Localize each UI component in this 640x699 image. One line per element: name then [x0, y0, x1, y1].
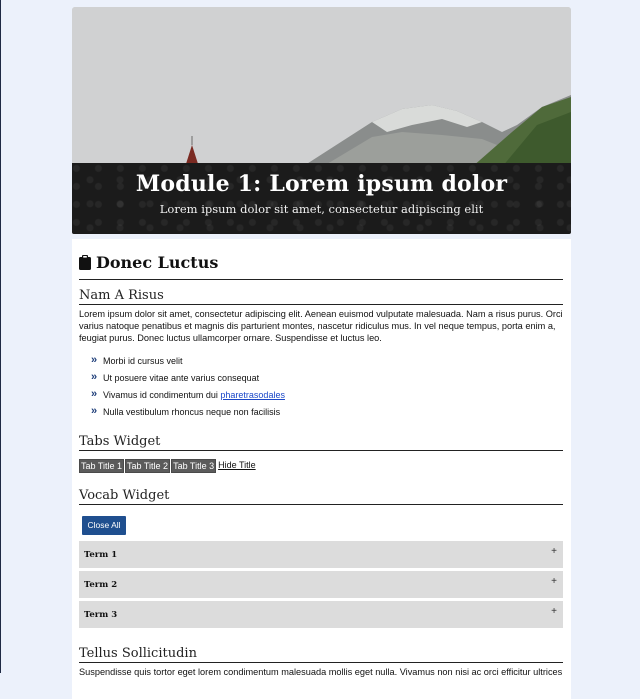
double-chevron-right-icon: » [91, 354, 98, 366]
tabs-widget: Tab Title 1 Tab Title 2 Tab Title 3 Hide… [79, 459, 256, 473]
module-banner: Module 1: Lorem ipsum dolor Lorem ipsum … [72, 7, 571, 234]
content-card: Donec Luctus Nam A Risus Lorem ipsum dol… [72, 239, 571, 699]
list-item: » Morbi id cursus velit [91, 354, 551, 372]
banner-title-overlay: Module 1: Lorem ipsum dolor Lorem ipsum … [72, 163, 571, 234]
section-paragraph: Lorem ipsum dolor sit amet, consectetur … [79, 308, 563, 344]
section-title-tellus-sollicitudin: Tellus Sollicitudin [79, 646, 563, 663]
list-item: » Ut posuere vitae ante varius consequat [91, 371, 551, 389]
expand-plus-icon[interactable]: + [551, 546, 557, 557]
page-title: Module 1: Lorem ipsum dolor [135, 171, 508, 197]
list-item-text-prefix: Vivamus id condimentum dui [103, 390, 221, 400]
tab-title-1[interactable]: Tab Title 1 [79, 459, 125, 473]
vocab-term-3[interactable]: Term 3 + [79, 601, 563, 628]
banner-landscape-image [72, 7, 571, 167]
list-item: » Vivamus id condimentum dui pharetrasod… [91, 388, 551, 406]
paragraph-line: Lorem ipsum dolor sit amet, consectetur … [79, 309, 563, 319]
paragraph-line: varius natoque penatibus et magnis dis p… [79, 321, 556, 331]
list-item: » Nulla vestibulum rhoncus neque non fac… [91, 405, 551, 423]
module-heading: Donec Luctus [79, 253, 563, 280]
vocab-term-1[interactable]: Term 1 + [79, 541, 563, 568]
section-title-tabs-widget: Tabs Widget [79, 434, 563, 451]
double-chevron-right-icon: » [91, 405, 98, 417]
page-subtitle: Lorem ipsum dolor sit amet, consectetur … [159, 202, 484, 216]
section-title-vocab-widget: Vocab Widget [79, 488, 563, 505]
tab-title-3[interactable]: Tab Title 3 [171, 459, 217, 473]
list-item-text: Nulla vestibulum rhoncus neque non facil… [103, 407, 281, 417]
pharetrasodales-link[interactable]: pharetrasodales [220, 390, 285, 400]
section-title-nam-a-risus: Nam A Risus [79, 288, 563, 305]
clipboard-icon [79, 255, 91, 270]
expand-plus-icon[interactable]: + [551, 576, 557, 587]
page-container: Module 1: Lorem ipsum dolor Lorem ipsum … [72, 7, 571, 699]
tab-title-2[interactable]: Tab Title 2 [125, 459, 171, 473]
double-chevron-right-icon: » [91, 371, 98, 383]
term-label: Term 2 [84, 580, 118, 590]
term-label: Term 1 [84, 550, 118, 560]
list-item-text: Morbi id cursus velit [103, 356, 183, 366]
list-item-text: Vivamus id condimentum dui pharetrasodal… [103, 390, 285, 400]
vocab-term-2[interactable]: Term 2 + [79, 571, 563, 598]
hide-title-link[interactable]: Hide Title [218, 459, 256, 471]
expand-plus-icon[interactable]: + [551, 606, 557, 617]
section-paragraph: Suspendisse quis tortor eget lorem condi… [79, 667, 563, 677]
bullet-list: » Morbi id cursus velit » Ut posuere vit… [91, 354, 551, 423]
double-chevron-right-icon: » [91, 388, 98, 400]
module-heading-text: Donec Luctus [96, 253, 219, 272]
term-label: Term 3 [84, 610, 118, 620]
close-all-button[interactable]: Close All [82, 516, 126, 535]
paragraph-line: feugiat purus. Donec luctus ullamcorper … [79, 333, 382, 343]
list-item-text: Ut posuere vitae ante varius consequat [103, 373, 260, 383]
